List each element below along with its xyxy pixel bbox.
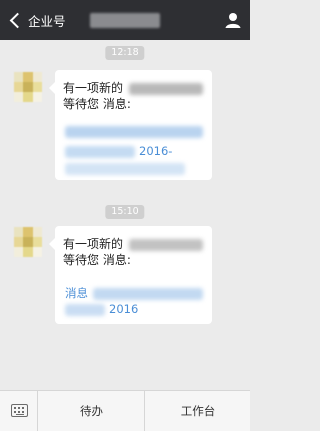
message-line: 有一项新的 — [63, 81, 124, 95]
keyboard-icon — [11, 404, 28, 417]
header-bar: 企业号 — [0, 0, 250, 40]
message-line: 有一项新的 — [63, 237, 124, 251]
chevron-left-icon — [9, 12, 26, 28]
keyboard-toggle-button[interactable] — [0, 391, 38, 431]
avatar[interactable] — [14, 227, 42, 257]
redacted-link — [65, 126, 203, 138]
back-label: 企业号 — [28, 13, 66, 29]
back-button[interactable]: 企业号 — [8, 9, 66, 31]
redacted-text — [129, 239, 203, 251]
message-link[interactable]: 2016 — [109, 303, 138, 316]
bottom-tab-bar: 待办 工作台 — [0, 390, 250, 431]
redacted-link — [65, 163, 185, 175]
tab-workbench[interactable]: 工作台 — [146, 391, 250, 431]
message-line: 等待您 消息: — [63, 97, 131, 111]
message-line: 等待您 消息: — [63, 253, 131, 267]
user-icon[interactable] — [224, 11, 242, 29]
avatar[interactable] — [14, 72, 42, 102]
redacted-link — [93, 288, 203, 300]
tab-todo[interactable]: 待办 — [39, 391, 145, 431]
chat-screen: 企业号 12:18 有一项新的 等待您 消息: 2016- 15:10 有一项新… — [0, 0, 250, 431]
tab-label: 待办 — [80, 404, 103, 418]
tab-label: 工作台 — [180, 404, 216, 418]
redacted-link — [65, 146, 135, 158]
message-bubble[interactable]: 有一项新的 等待您 消息: 2016- — [49, 70, 212, 180]
chat-title-redacted — [90, 13, 160, 28]
timestamp: 12:18 — [105, 46, 145, 60]
redacted-link — [65, 304, 105, 316]
message-link[interactable]: 消息 — [65, 287, 88, 300]
timestamp: 15:10 — [105, 205, 145, 219]
message-bubble[interactable]: 有一项新的 等待您 消息: 消息 2016 — [49, 226, 212, 324]
redacted-text — [129, 83, 203, 95]
message-link[interactable]: 2016- — [139, 145, 172, 158]
